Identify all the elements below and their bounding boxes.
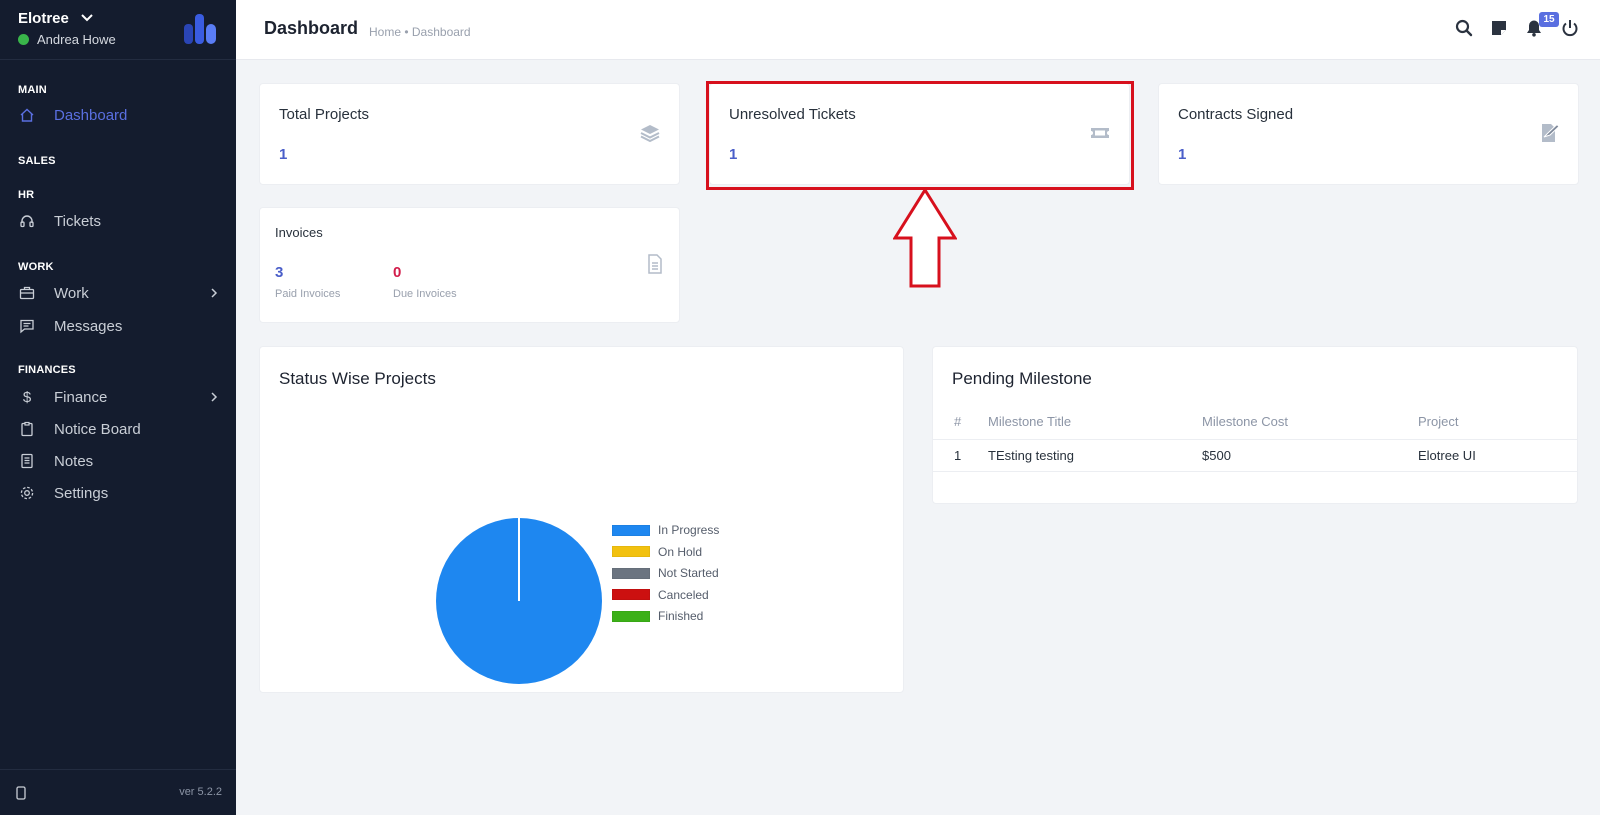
legend-label: Not Started — [658, 566, 719, 580]
sidebar-item-label: Tickets — [54, 212, 101, 230]
due-invoices-label: Due Invoices — [393, 288, 457, 300]
brand-name[interactable]: Elotree — [18, 10, 69, 27]
sidebar-item-label: Notice Board — [54, 420, 141, 438]
sidebar-item-label: Finance — [54, 388, 108, 406]
row-index: 1 — [933, 438, 988, 472]
sidebar-item-work[interactable]: Work — [0, 278, 236, 308]
ticket-icon — [1091, 128, 1109, 138]
top-header: Dashboard Home • Dashboard 15 — [236, 0, 1600, 60]
power-icon[interactable] — [1560, 18, 1580, 38]
sidebar-item-messages[interactable]: Messages — [0, 311, 236, 341]
total-projects-card[interactable]: Total Projects 1 — [259, 83, 680, 185]
sticky-note-icon[interactable] — [1489, 18, 1509, 38]
panel-title: Pending Milestone — [952, 369, 1092, 388]
paid-invoices-label: Paid Invoices — [275, 288, 341, 300]
legend-swatch — [612, 524, 650, 536]
chevron-down-icon[interactable] — [80, 10, 94, 24]
notification-count-badge: 15 — [1539, 12, 1559, 27]
sidebar-item-settings[interactable]: Settings — [0, 478, 236, 508]
layers-icon — [640, 125, 660, 143]
online-status-icon — [18, 34, 29, 45]
legend-item[interactable]: On Hold — [612, 545, 702, 559]
column-header: Milestone Cost — [1202, 414, 1288, 430]
app-logo-icon — [184, 14, 216, 44]
legend-label: On Hold — [658, 544, 703, 559]
status-pie-chart — [436, 518, 602, 684]
legend-swatch — [612, 589, 650, 600]
sidebar-item-label: Messages — [54, 317, 123, 335]
document-icon — [648, 254, 662, 274]
chevron-right-icon — [211, 392, 218, 402]
stat-title: Unresolved Tickets — [729, 106, 856, 123]
stat-value: 1 — [279, 146, 288, 163]
column-header: Project — [1418, 414, 1459, 430]
table-header-row: # Milestone Title Milestone Cost Project — [933, 405, 1577, 439]
sidebar-item-tickets[interactable]: Tickets — [0, 206, 236, 236]
stat-title: Contracts Signed — [1178, 106, 1294, 123]
legend-item[interactable]: In Progress — [612, 523, 719, 537]
stat-value: 1 — [729, 146, 738, 163]
message-icon — [18, 317, 36, 335]
gear-icon — [18, 484, 36, 502]
sidebar-item-label: Dashboard — [54, 106, 128, 124]
column-header: # — [954, 414, 962, 430]
mobile-icon[interactable] — [15, 786, 27, 800]
milestone-cost-cell: $500 — [1202, 438, 1418, 472]
contracts-signed-card[interactable]: Contracts Signed 1 — [1158, 83, 1579, 185]
pending-milestone-panel: Pending Milestone # Milestone Title Mile… — [932, 346, 1578, 504]
chevron-right-icon — [211, 288, 218, 298]
project-cell: Elotree UI — [1418, 438, 1577, 472]
section-sales: SALES — [18, 155, 56, 167]
section-hr: HR — [18, 189, 35, 201]
dollar-icon: $ — [22, 388, 32, 406]
legend-item[interactable]: Not Started — [612, 566, 719, 580]
home-icon — [18, 106, 36, 124]
sidebar: Elotree Andrea Howe MAIN Dashboard SALES… — [0, 0, 236, 815]
milestone-table: # Milestone Title Milestone Cost Project… — [933, 405, 1577, 472]
due-invoices-value: 0 — [393, 264, 402, 281]
legend-label: Finished — [658, 609, 704, 623]
page-title: Dashboard — [264, 18, 359, 38]
legend-label: Canceled — [658, 587, 709, 602]
sidebar-item-label: Notes — [54, 452, 94, 470]
stat-value: 1 — [1178, 146, 1187, 163]
briefcase-icon — [18, 284, 36, 302]
table-row[interactable]: 1 TEsting testing $500 Elotree UI — [933, 438, 1577, 472]
brand-header[interactable]: Elotree Andrea Howe — [0, 0, 236, 60]
stat-title: Total Projects — [279, 106, 370, 123]
sidebar-item-label: Work — [54, 284, 89, 302]
breadcrumb[interactable]: Home • Dashboard — [369, 25, 471, 39]
legend-item[interactable]: Finished — [612, 609, 703, 623]
up-arrow-annotation — [893, 188, 957, 288]
invoices-card[interactable]: Invoices 3 Paid Invoices 0 Due Invoices — [259, 207, 680, 323]
section-work: WORK — [18, 261, 54, 273]
sidebar-item-dashboard[interactable]: Dashboard — [0, 100, 236, 130]
legend-label: In Progress — [658, 523, 720, 537]
search-icon[interactable] — [1454, 18, 1474, 38]
sidebar-item-finance[interactable]: $ Finance — [0, 382, 236, 412]
user-name: Andrea Howe — [37, 32, 116, 47]
unresolved-tickets-card[interactable]: Unresolved Tickets 1 — [709, 83, 1130, 185]
legend-item[interactable]: Canceled — [612, 588, 709, 602]
sidebar-item-notes[interactable]: Notes — [0, 446, 236, 476]
legend-swatch — [612, 567, 650, 579]
sidebar-footer: ver 5.2.2 — [0, 769, 236, 815]
section-main: MAIN — [18, 84, 47, 96]
paid-invoices-value: 3 — [275, 264, 284, 281]
sidebar-item-label: Settings — [54, 484, 109, 502]
headset-icon — [18, 212, 36, 230]
status-wise-projects-panel: Status Wise Projects In Progress On Hold N… — [259, 346, 904, 693]
legend-swatch — [612, 546, 650, 557]
milestone-title-cell: TEsting testing — [988, 438, 1202, 472]
app-version: ver 5.2.2 — [179, 786, 222, 798]
clipboard-icon — [18, 420, 36, 438]
sidebar-item-notice-board[interactable]: Notice Board — [0, 414, 236, 444]
legend-swatch — [612, 610, 650, 622]
notes-icon — [18, 452, 36, 470]
invoices-title: Invoices — [275, 225, 323, 240]
current-user: Andrea Howe — [18, 32, 116, 47]
column-header: Milestone Title — [988, 414, 1072, 430]
section-finances: FINANCES — [18, 364, 76, 376]
signed-document-icon — [1542, 123, 1560, 142]
